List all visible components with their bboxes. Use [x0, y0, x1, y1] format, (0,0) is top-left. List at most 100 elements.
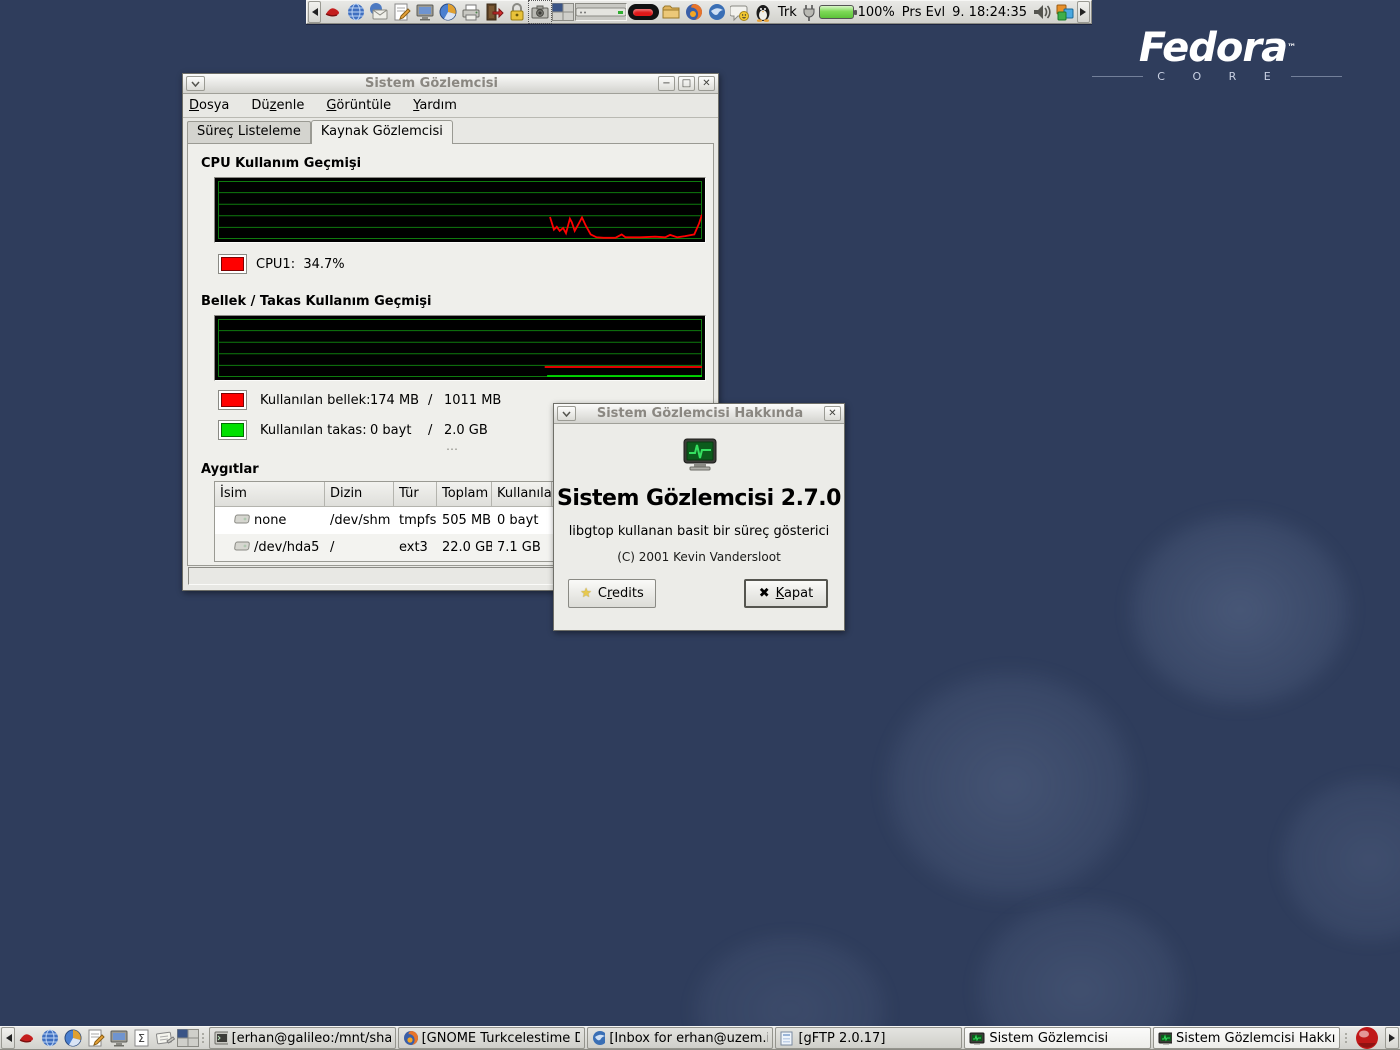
web-browser-icon[interactable]	[345, 1, 367, 23]
disk-icon	[234, 513, 250, 529]
logout-icon[interactable]	[483, 1, 505, 23]
menu-dosya[interactable]: Dosya	[189, 98, 229, 113]
thunderbird-icon	[592, 1030, 606, 1046]
clock-time-label[interactable]: 9. 18:24:35	[949, 5, 1030, 20]
clock-date-label[interactable]: Prs Evl	[899, 5, 948, 20]
dialog-window-menu-button[interactable]	[557, 406, 576, 421]
top-panel: Trk 100% Prs Evl 9. 18:24:35	[306, 0, 1092, 24]
bottom-panel: Σ [erhan@galileo:/mnt/share/C [GNOME Tur…	[0, 1026, 1400, 1050]
close-button[interactable]: ✕	[698, 76, 715, 91]
panel-hide-left-button[interactable]	[308, 1, 321, 23]
tab-kaynak-gozlemcisi[interactable]: Kaynak Gözlemcisi	[311, 120, 453, 144]
indicator-applet[interactable]	[628, 4, 659, 20]
panel-hide-right-button[interactable]	[1385, 1027, 1399, 1049]
menu-duzenle[interactable]: Düzenle	[251, 98, 304, 113]
taskbar-button-mail-window[interactable]: [Inbox for erhan@uzem.itu.e	[587, 1027, 774, 1049]
cpu-legend-text: CPU1: 34.7%	[256, 257, 345, 272]
taskbar-button-firefox-window[interactable]: [GNOME Turkcelestime Du	[398, 1027, 585, 1049]
panel-hide-right-button[interactable]	[1077, 1, 1090, 23]
battery-indicator[interactable]	[819, 5, 854, 19]
taskbar-button-gftp[interactable]: [gFTP 2.0.17]	[775, 1027, 962, 1049]
drive-applet[interactable]	[575, 3, 627, 21]
memory-used-value: 174 MB	[370, 393, 419, 408]
email-icon[interactable]	[368, 1, 390, 23]
titlebar[interactable]: Sistem Gözlemcisi − □ ✕	[183, 74, 718, 94]
gftp-icon	[780, 1031, 794, 1046]
memory-graph-plot	[218, 319, 702, 377]
swap-sep: /	[428, 423, 432, 438]
thunderbird-icon[interactable]	[706, 1, 728, 23]
clover-leaf	[1240, 740, 1400, 980]
camera-screenshot-icon[interactable]	[529, 1, 551, 23]
about-dialog: Sistem Gözlemcisi Hakkında ✕ Sistem Gözl…	[553, 403, 845, 631]
col-tur[interactable]: Tür	[394, 482, 437, 507]
col-dizin[interactable]: Dizin	[325, 482, 394, 507]
firefox-icon	[403, 1030, 418, 1046]
window-title: Sistem Gözlemcisi	[208, 76, 655, 91]
writer-document-icon[interactable]	[391, 1, 413, 23]
disk-icon	[234, 540, 250, 556]
memory-history-label: Bellek / Takas Kullanım Geçmişi	[201, 294, 432, 309]
web-browser-icon[interactable]	[39, 1027, 61, 1049]
terminal-icon	[214, 1031, 228, 1045]
pie-chart-app-icon[interactable]	[62, 1027, 84, 1049]
col-isim[interactable]: İsim	[215, 482, 325, 507]
red-hat-menu-icon[interactable]	[16, 1027, 38, 1049]
notes-document-icon[interactable]	[154, 1027, 176, 1049]
monitor-app-icon[interactable]	[414, 1, 436, 23]
panel-hide-left-button[interactable]	[1, 1027, 15, 1049]
cpu-graph-plot	[218, 181, 702, 239]
speaker-volume-icon[interactable]	[1031, 1, 1053, 23]
maximize-button[interactable]: □	[678, 76, 695, 91]
swap-legend-swatch[interactable]	[218, 420, 247, 440]
dialog-close-button[interactable]: ✕	[824, 406, 841, 421]
firefox-icon[interactable]	[683, 1, 705, 23]
minimize-button[interactable]: −	[658, 76, 675, 91]
tux-keyboard-icon[interactable]	[752, 1, 774, 23]
kapat-button[interactable]: ✖ Kapat	[744, 579, 828, 608]
red-sphere-icon[interactable]	[1350, 1027, 1384, 1049]
memory-history-graph	[214, 315, 706, 381]
about-copyright: (C) 2001 Kevin Vandersloot	[554, 550, 844, 564]
workspace-switcher-applet[interactable]	[552, 1, 574, 23]
svg-text:Σ: Σ	[138, 1032, 145, 1045]
window-menu-button[interactable]	[186, 76, 205, 91]
col-toplam[interactable]: Toplam	[437, 482, 492, 507]
dialog-titlebar[interactable]: Sistem Gözlemcisi Hakkında ✕	[554, 404, 844, 424]
desktop-cubes-icon[interactable]	[1054, 1, 1076, 23]
panel-separator	[1343, 1027, 1349, 1049]
x-icon: ✖	[759, 586, 770, 601]
file-manager-folder-icon[interactable]	[660, 1, 682, 23]
devices-label: Aygıtlar	[201, 462, 259, 477]
pie-chart-app-icon[interactable]	[437, 1, 459, 23]
calc-document-icon[interactable]: Σ	[131, 1027, 153, 1049]
system-monitor-icon	[1158, 1032, 1172, 1045]
col-kullanilan[interactable]: Kullanılan	[492, 482, 552, 507]
menu-goruntule[interactable]: Görüntüle	[326, 98, 391, 113]
credits-button[interactable]: ★ Credits	[568, 579, 656, 608]
monitor-app-icon[interactable]	[108, 1027, 130, 1049]
memory-legend-swatch[interactable]	[218, 390, 247, 410]
red-hat-menu-icon[interactable]	[322, 1, 344, 23]
messenger-chat-icon[interactable]	[729, 1, 751, 23]
cpu-legend-swatch[interactable]	[218, 254, 247, 274]
workspace-switcher-applet[interactable]	[177, 1027, 199, 1049]
pane-splitter-handle[interactable]: ⋯	[446, 442, 459, 456]
fedora-core-text: C O R E	[1151, 70, 1282, 83]
dialog-title: Sistem Gözlemcisi Hakkında	[579, 406, 821, 421]
battery-percent-label: 100%	[855, 5, 898, 20]
taskbar-button-system-monitor[interactable]: Sistem Gözlemcisi	[964, 1027, 1151, 1049]
system-monitor-icon	[969, 1032, 985, 1045]
lock-screen-icon[interactable]	[506, 1, 528, 23]
printer-icon[interactable]	[460, 1, 482, 23]
writer-document-icon[interactable]	[85, 1027, 107, 1049]
swap-used-value: 0 bayt	[370, 423, 411, 438]
taskbar-button-system-monitor-about[interactable]: Sistem Gözlemcisi Hakkında	[1153, 1027, 1340, 1049]
taskbar-button-terminal[interactable]: [erhan@galileo:/mnt/share/C	[209, 1027, 396, 1049]
panel-separator	[200, 1027, 206, 1049]
red-indicator-icon	[633, 9, 653, 16]
menu-yardim[interactable]: Yardım	[413, 98, 457, 113]
window-list: [erhan@galileo:/mnt/share/C [GNOME Turkc…	[209, 1027, 1340, 1049]
keyboard-layout-indicator[interactable]: Trk	[775, 5, 800, 20]
tab-surec-listeleme[interactable]: Süreç Listeleme	[187, 121, 311, 143]
